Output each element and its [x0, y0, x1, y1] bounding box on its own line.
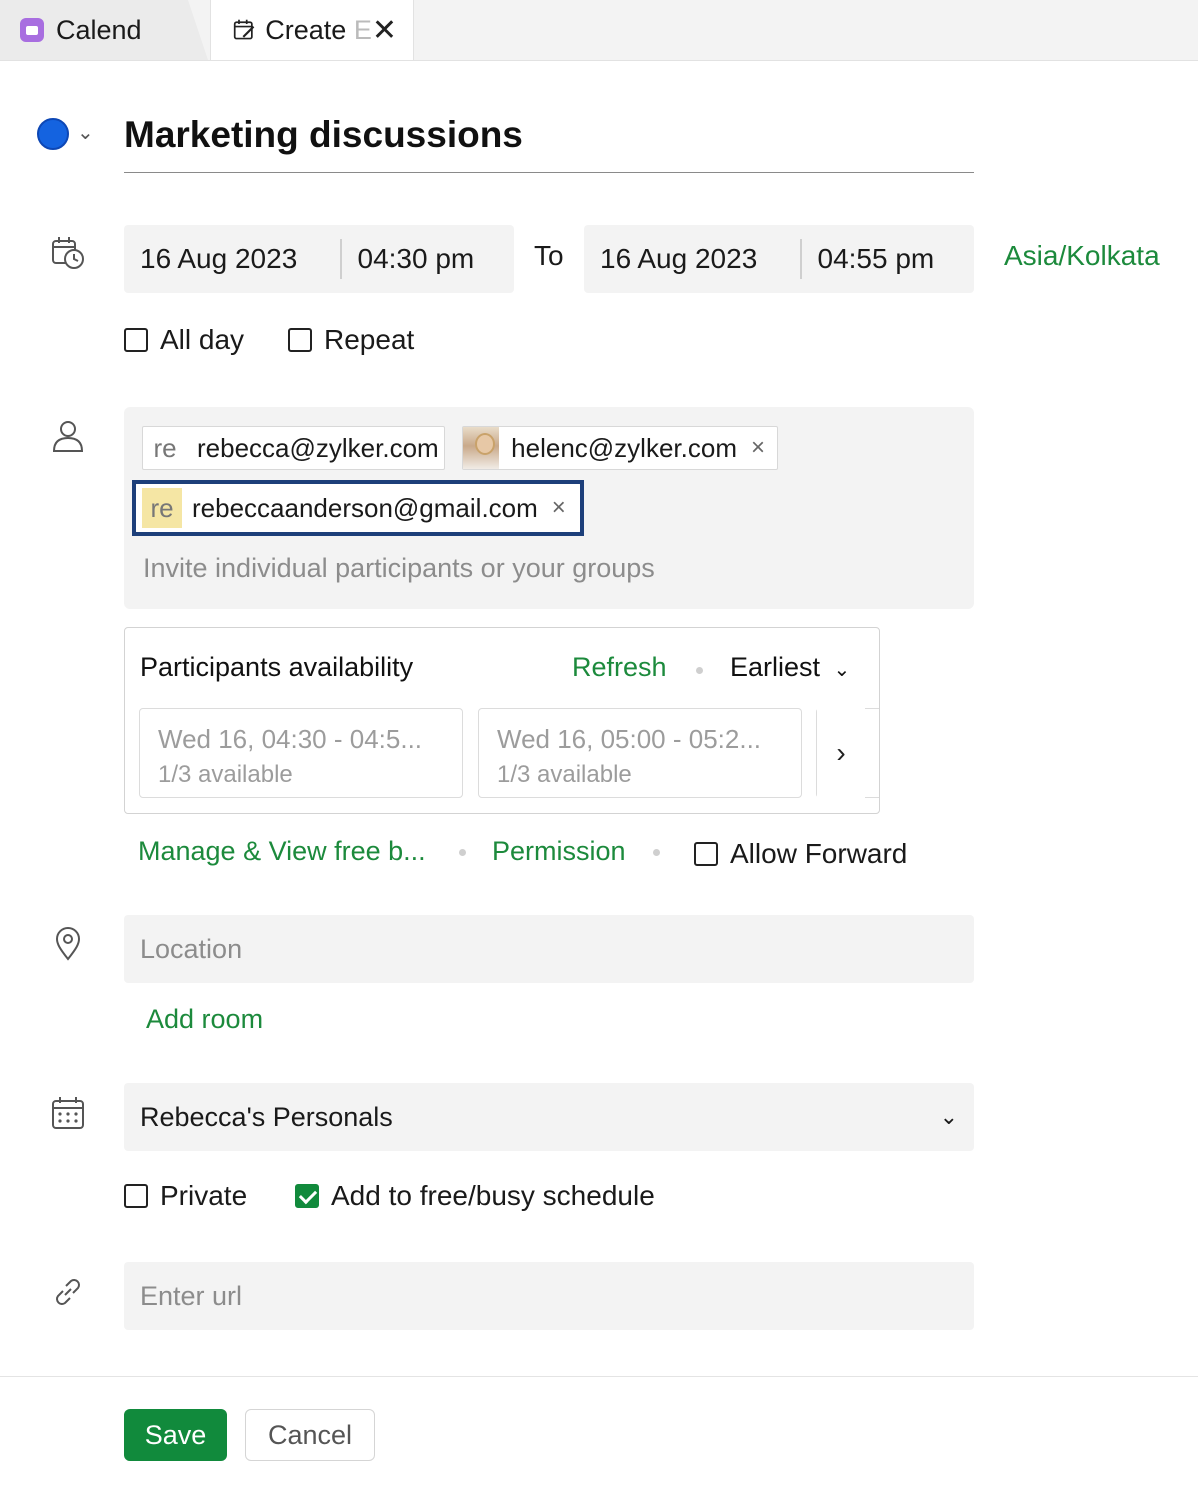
location-input[interactable]: Location: [124, 915, 974, 983]
end-datetime: 16 Aug 2023 04:55 pm: [584, 225, 974, 293]
separator-dot: [459, 849, 466, 856]
tab-create-faded-text: E: [353, 14, 372, 45]
participant-email: rebecca@zylker.com: [197, 432, 439, 463]
free-busy-checkbox[interactable]: [295, 1184, 319, 1208]
end-time-field[interactable]: 04:55 pm: [802, 243, 935, 275]
repeat-label: Repeat: [324, 324, 415, 355]
start-datetime: 16 Aug 2023 04:30 pm: [124, 225, 514, 293]
chevron-down-icon: ⌄: [833, 659, 851, 681]
participant-chip-selected[interactable]: re rebeccaanderson@gmail.com ×: [132, 480, 584, 536]
private-label: Private: [160, 1180, 248, 1211]
chevron-down-icon[interactable]: ⌄: [77, 120, 94, 145]
start-time-field[interactable]: 04:30 pm: [342, 243, 475, 275]
free-busy-option: Add to free/busy schedule: [295, 1180, 655, 1212]
separator-dot: [696, 667, 703, 674]
private-checkbox[interactable]: [124, 1184, 148, 1208]
start-date-field[interactable]: 16 Aug 2023: [124, 243, 340, 275]
end-date-field[interactable]: 16 Aug 2023: [584, 243, 800, 275]
allow-forward-option: Allow Forward: [694, 838, 907, 870]
calendar-icon: [52, 1097, 84, 1129]
participant-email: helenc@zylker.com: [511, 432, 737, 463]
tab-create-text: Create: [265, 14, 347, 45]
participant-avatar: [463, 427, 500, 469]
calendar-select[interactable]: Rebecca's Personals ⌄: [124, 1083, 974, 1151]
calendar-clock-icon: [52, 237, 84, 269]
add-room-link[interactable]: Add room: [146, 1004, 263, 1035]
timezone-link[interactable]: Asia/Kolkata: [1004, 240, 1160, 272]
calendar-select-value: Rebecca's Personals: [140, 1101, 393, 1132]
slot-time: Wed 16, 05:00 - 05:2...: [497, 724, 762, 754]
tab-create-label: Create E: [265, 15, 372, 46]
permission-link[interactable]: Permission: [492, 836, 626, 867]
separator-dot: [653, 849, 660, 856]
manage-free-busy-link[interactable]: Manage & View free b...: [138, 836, 426, 867]
tab-create-event[interactable]: Create E ✕: [210, 0, 414, 60]
tab-calendar-label: Calend: [56, 14, 142, 45]
save-button[interactable]: Save: [124, 1409, 227, 1461]
participant-chip[interactable]: helenc@zylker.com ×: [462, 426, 778, 470]
participant-email: rebeccaanderson@gmail.com: [192, 492, 538, 523]
chevron-down-icon: ⌄: [939, 1104, 958, 1129]
slot-time: Wed 16, 04:30 - 04:5...: [158, 724, 423, 754]
edit-calendar-icon: [233, 19, 255, 40]
repeat-option: Repeat: [288, 324, 414, 356]
user-icon: [52, 421, 84, 452]
sort-dropdown[interactable]: Earliest ⌄: [730, 652, 850, 683]
location-pin-icon: [55, 927, 81, 961]
calendar-app-icon: [20, 18, 44, 42]
all-day-label: All day: [160, 324, 245, 355]
remove-icon[interactable]: ×: [751, 434, 765, 462]
event-title-input[interactable]: Marketing discussions: [124, 110, 974, 173]
all-day-option: All day: [124, 324, 244, 356]
participant-initials: re: [153, 432, 177, 463]
cancel-button[interactable]: Cancel: [245, 1409, 375, 1461]
close-icon[interactable]: ✕: [372, 13, 397, 48]
allow-forward-checkbox[interactable]: [694, 842, 718, 866]
sort-label: Earliest: [730, 652, 821, 682]
all-day-checkbox[interactable]: [124, 328, 148, 352]
link-icon: [56, 1279, 80, 1305]
participant-chip[interactable]: re rebecca@zylker.com: [142, 426, 445, 470]
participant-initials: re: [142, 488, 182, 528]
availability-slot[interactable]: Wed 16, 04:30 - 04:5... 1/3 available: [139, 708, 463, 798]
refresh-link[interactable]: Refresh: [572, 652, 667, 683]
slot-availability: 1/3 available: [158, 761, 293, 788]
url-input[interactable]: Enter url: [124, 1262, 974, 1330]
participant-chip-inner: re rebeccaanderson@gmail.com ×: [136, 484, 580, 532]
event-color-picker[interactable]: [37, 118, 69, 150]
repeat-checkbox[interactable]: [288, 328, 312, 352]
availability-title: Participants availability: [140, 652, 414, 682]
free-busy-label: Add to free/busy schedule: [331, 1180, 655, 1211]
chevron-right-icon[interactable]: ›: [817, 708, 865, 798]
slot-availability: 1/3 available: [497, 761, 632, 788]
tab-calendar[interactable]: Calend: [0, 0, 208, 60]
allow-forward-label: Allow Forward: [730, 838, 908, 869]
invite-input[interactable]: Invite individual participants or your g…: [143, 553, 655, 584]
availability-slot[interactable]: Wed 16, 05:00 - 05:2... 1/3 available: [478, 708, 802, 798]
private-option: Private: [124, 1180, 247, 1212]
availability-panel: Participants availability Refresh Earlie…: [124, 627, 880, 814]
footer-divider: [0, 1376, 1198, 1377]
to-label: To: [534, 240, 564, 271]
remove-icon[interactable]: ×: [552, 494, 566, 522]
